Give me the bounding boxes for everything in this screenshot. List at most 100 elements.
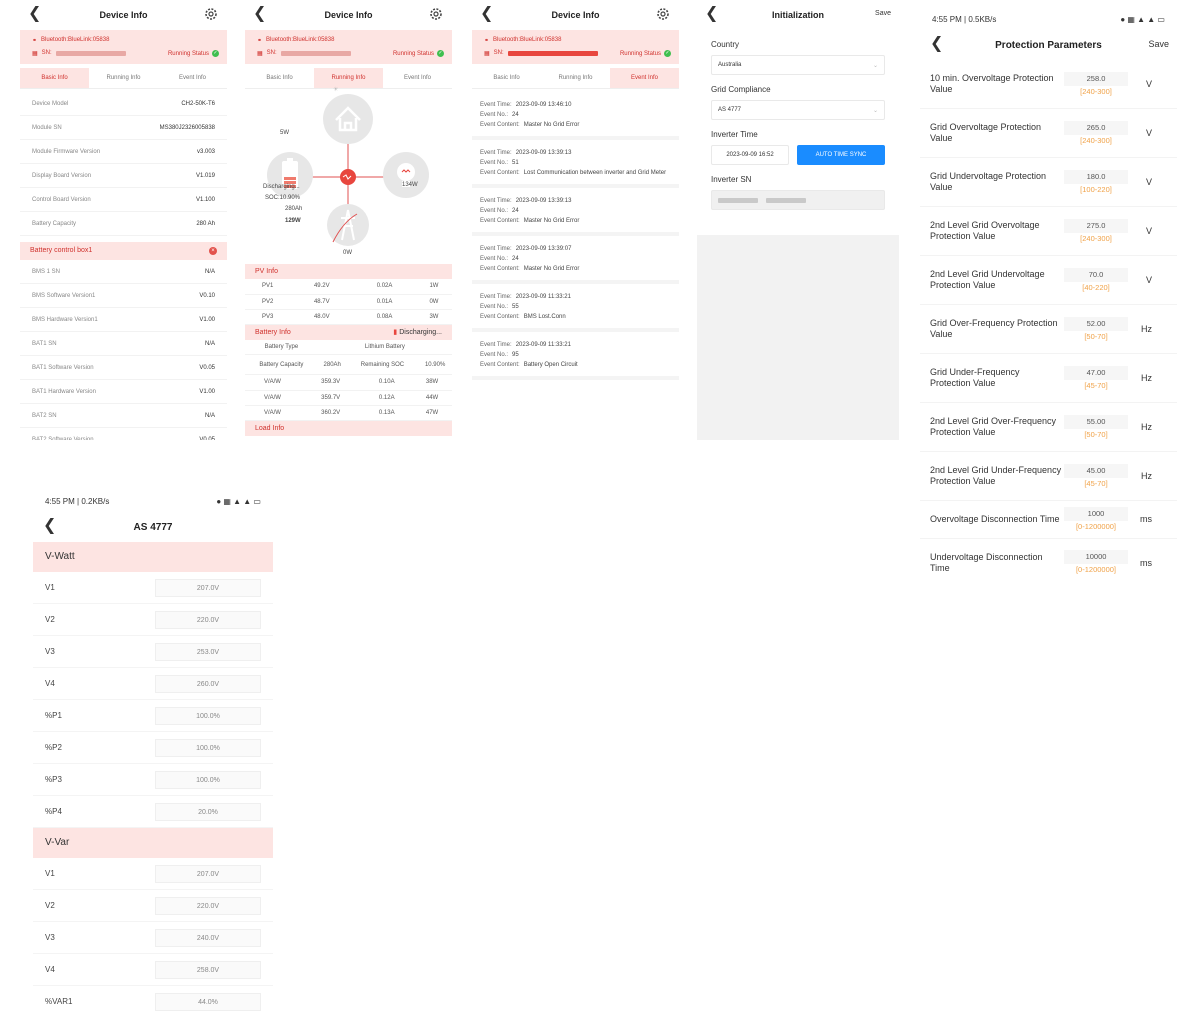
vaw-cell: 44W [412, 390, 452, 406]
tab-basic-info[interactable]: Basic Info [245, 68, 314, 88]
back-arrow-icon[interactable]: ❮ [705, 6, 718, 22]
setting-value-input[interactable]: 100.0% [155, 770, 261, 789]
protection-value-input[interactable]: 275.0 [1064, 218, 1128, 233]
protection-row: Grid Under-Frequency Protection Value 47.… [920, 354, 1177, 403]
info-value: N/A [204, 412, 215, 419]
setting-label: V4 [45, 679, 55, 688]
setting-value-input[interactable]: 220.0V [155, 896, 261, 915]
inverter-time-field[interactable]: 2023-09-09 16:52 [711, 145, 789, 165]
info-label: BAT2 SN [32, 412, 57, 419]
setting-label: V2 [45, 615, 55, 624]
tab-running-info[interactable]: Running Info [314, 67, 383, 88]
screen-running-info: ❮ Device Info ⚭ Bluetooth:BlueLink:05838 … [245, 0, 452, 440]
protection-unit: V [1145, 177, 1152, 187]
event-content-line: Event Content: Lost Communication between… [480, 168, 671, 178]
event-item[interactable]: Event Time: 2023-09-09 11:33:21 Event No.:… [472, 332, 679, 380]
protection-value-input[interactable]: 1000 [1064, 506, 1128, 521]
tab-running-info[interactable]: Running Info [541, 68, 610, 88]
protection-value-input[interactable]: 45.00 [1064, 463, 1128, 478]
pv-cell: 0.02A [353, 279, 416, 295]
tab-event-info[interactable]: Event Info [383, 68, 452, 88]
vaw-cell: V/A/W [245, 375, 300, 391]
event-item[interactable]: Event Time: 2023-09-09 11:33:21 Event No.:… [472, 284, 679, 332]
auto-time-sync-button[interactable]: AUTO TIME SYNC [797, 145, 885, 165]
setting-value-input[interactable]: 258.0V [155, 960, 261, 979]
setting-value-input[interactable]: 207.0V [155, 578, 261, 597]
check-icon: ✓ [212, 50, 219, 57]
event-time-label: Event Time: [480, 198, 512, 204]
event-item[interactable]: Event Time: 2023-09-09 13:46:10 Event No.:… [472, 92, 679, 140]
setting-value-input[interactable]: 220.0V [155, 610, 261, 629]
event-content-value: BMS Lost.Conn [523, 314, 566, 320]
event-item[interactable]: Event Time: 2023-09-09 13:39:07 Event No.:… [472, 236, 679, 284]
event-time-value: 2023-09-09 13:39:07 [515, 246, 572, 252]
protection-value-input[interactable]: 10000 [1064, 550, 1128, 565]
back-arrow-icon[interactable]: ❮ [480, 6, 493, 22]
tab-basic-info[interactable]: Basic Info [20, 67, 89, 88]
tab-event-info[interactable]: Event Info [158, 68, 227, 88]
event-no-label: Event No.: [480, 256, 509, 262]
save-button[interactable]: Save [1148, 39, 1169, 49]
pv-cell: 0.01A [353, 294, 416, 310]
protection-row: Grid Over-Frequency Protection Value 52.0… [920, 305, 1177, 354]
setting-label: %VAR1 [45, 997, 73, 1006]
setting-value-input[interactable]: 240.0V [155, 928, 261, 947]
event-item[interactable]: Event Time: 2023-09-09 13:39:13 Event No.:… [472, 188, 679, 236]
info-value: N/A [204, 340, 215, 347]
protection-value-input[interactable]: 258.0 [1064, 71, 1128, 86]
protection-range: [40-220] [1082, 282, 1110, 292]
country-select[interactable]: Australia ⌄ [711, 55, 885, 75]
pv-power: 5W [280, 130, 289, 136]
protection-value-input[interactable]: 55.00 [1064, 414, 1128, 429]
event-content-label: Event Content: [480, 170, 520, 176]
protection-label: 2nd Level Grid Undervoltage Protection V… [930, 269, 1045, 290]
save-button[interactable]: Save [875, 10, 891, 17]
back-arrow-icon[interactable]: ❮ [253, 6, 266, 22]
setting-value-input[interactable]: 253.0V [155, 642, 261, 661]
protection-value-input[interactable]: 180.0 [1064, 169, 1128, 184]
event-time-label: Event Time: [480, 342, 512, 348]
status-icons: ● ▦ ▲ ▲ ▭ [216, 496, 261, 506]
protection-value-input[interactable]: 47.00 [1064, 365, 1128, 380]
back-arrow-icon[interactable]: ❮ [28, 6, 41, 22]
tab-basic-info[interactable]: Basic Info [472, 68, 541, 88]
gear-icon[interactable] [655, 6, 671, 22]
running-status[interactable]: Running Status ✓ [620, 50, 671, 57]
setting-label: V4 [45, 965, 55, 974]
setting-value-input[interactable]: 100.0% [155, 738, 261, 757]
setting-value-input[interactable]: 260.0V [155, 674, 261, 693]
protection-value-input[interactable]: 265.0 [1064, 120, 1128, 135]
page-title: AS 4777 [133, 521, 173, 533]
grid-compliance-select[interactable]: AS 4777 ⌄ [711, 100, 885, 120]
close-icon[interactable]: × [209, 247, 217, 255]
back-arrow-icon[interactable]: ❮ [930, 36, 943, 52]
gear-icon[interactable] [428, 6, 444, 22]
page-title: Device Info [551, 10, 600, 20]
battery-box-section[interactable]: Battery control box1 × [20, 242, 227, 260]
vaw-cell: 359.3V [299, 375, 362, 391]
page-title: Device Info [324, 10, 373, 20]
setting-value-input[interactable]: 44.0% [155, 992, 261, 1011]
protection-range: [50-70] [1084, 429, 1108, 439]
tab-event-info[interactable]: Event Info [610, 67, 679, 88]
setting-value-input[interactable]: 207.0V [155, 864, 261, 883]
event-time-value: 2023-09-09 11:33:21 [515, 294, 571, 300]
link-icon: ⚭ [484, 37, 490, 44]
event-list: Event Time: 2023-09-09 13:46:10 Event No.:… [472, 92, 679, 380]
event-item[interactable]: Event Time: 2023-09-09 13:39:13 Event No.:… [472, 140, 679, 188]
event-content-label: Event Content: [480, 266, 520, 272]
tab-running-info[interactable]: Running Info [89, 68, 158, 88]
back-arrow-icon[interactable]: ❮ [43, 518, 56, 534]
protection-value: 52.00 [50-70] [1064, 316, 1128, 342]
protection-value-input[interactable]: 52.00 [1064, 316, 1128, 331]
running-status[interactable]: Running Status ✓ [393, 50, 444, 57]
event-no-value: 95 [512, 352, 519, 358]
running-status-label: Running Status [619, 50, 661, 57]
protection-range: [0-1200000] [1075, 521, 1117, 531]
setting-value-input[interactable]: 100.0% [155, 706, 261, 725]
gear-icon[interactable] [203, 6, 219, 22]
running-status[interactable]: Running Status ✓ [168, 50, 219, 57]
event-content-label: Event Content: [480, 122, 520, 128]
protection-value-input[interactable]: 70.0 [1064, 267, 1128, 282]
setting-value-input[interactable]: 20.0% [155, 802, 261, 821]
